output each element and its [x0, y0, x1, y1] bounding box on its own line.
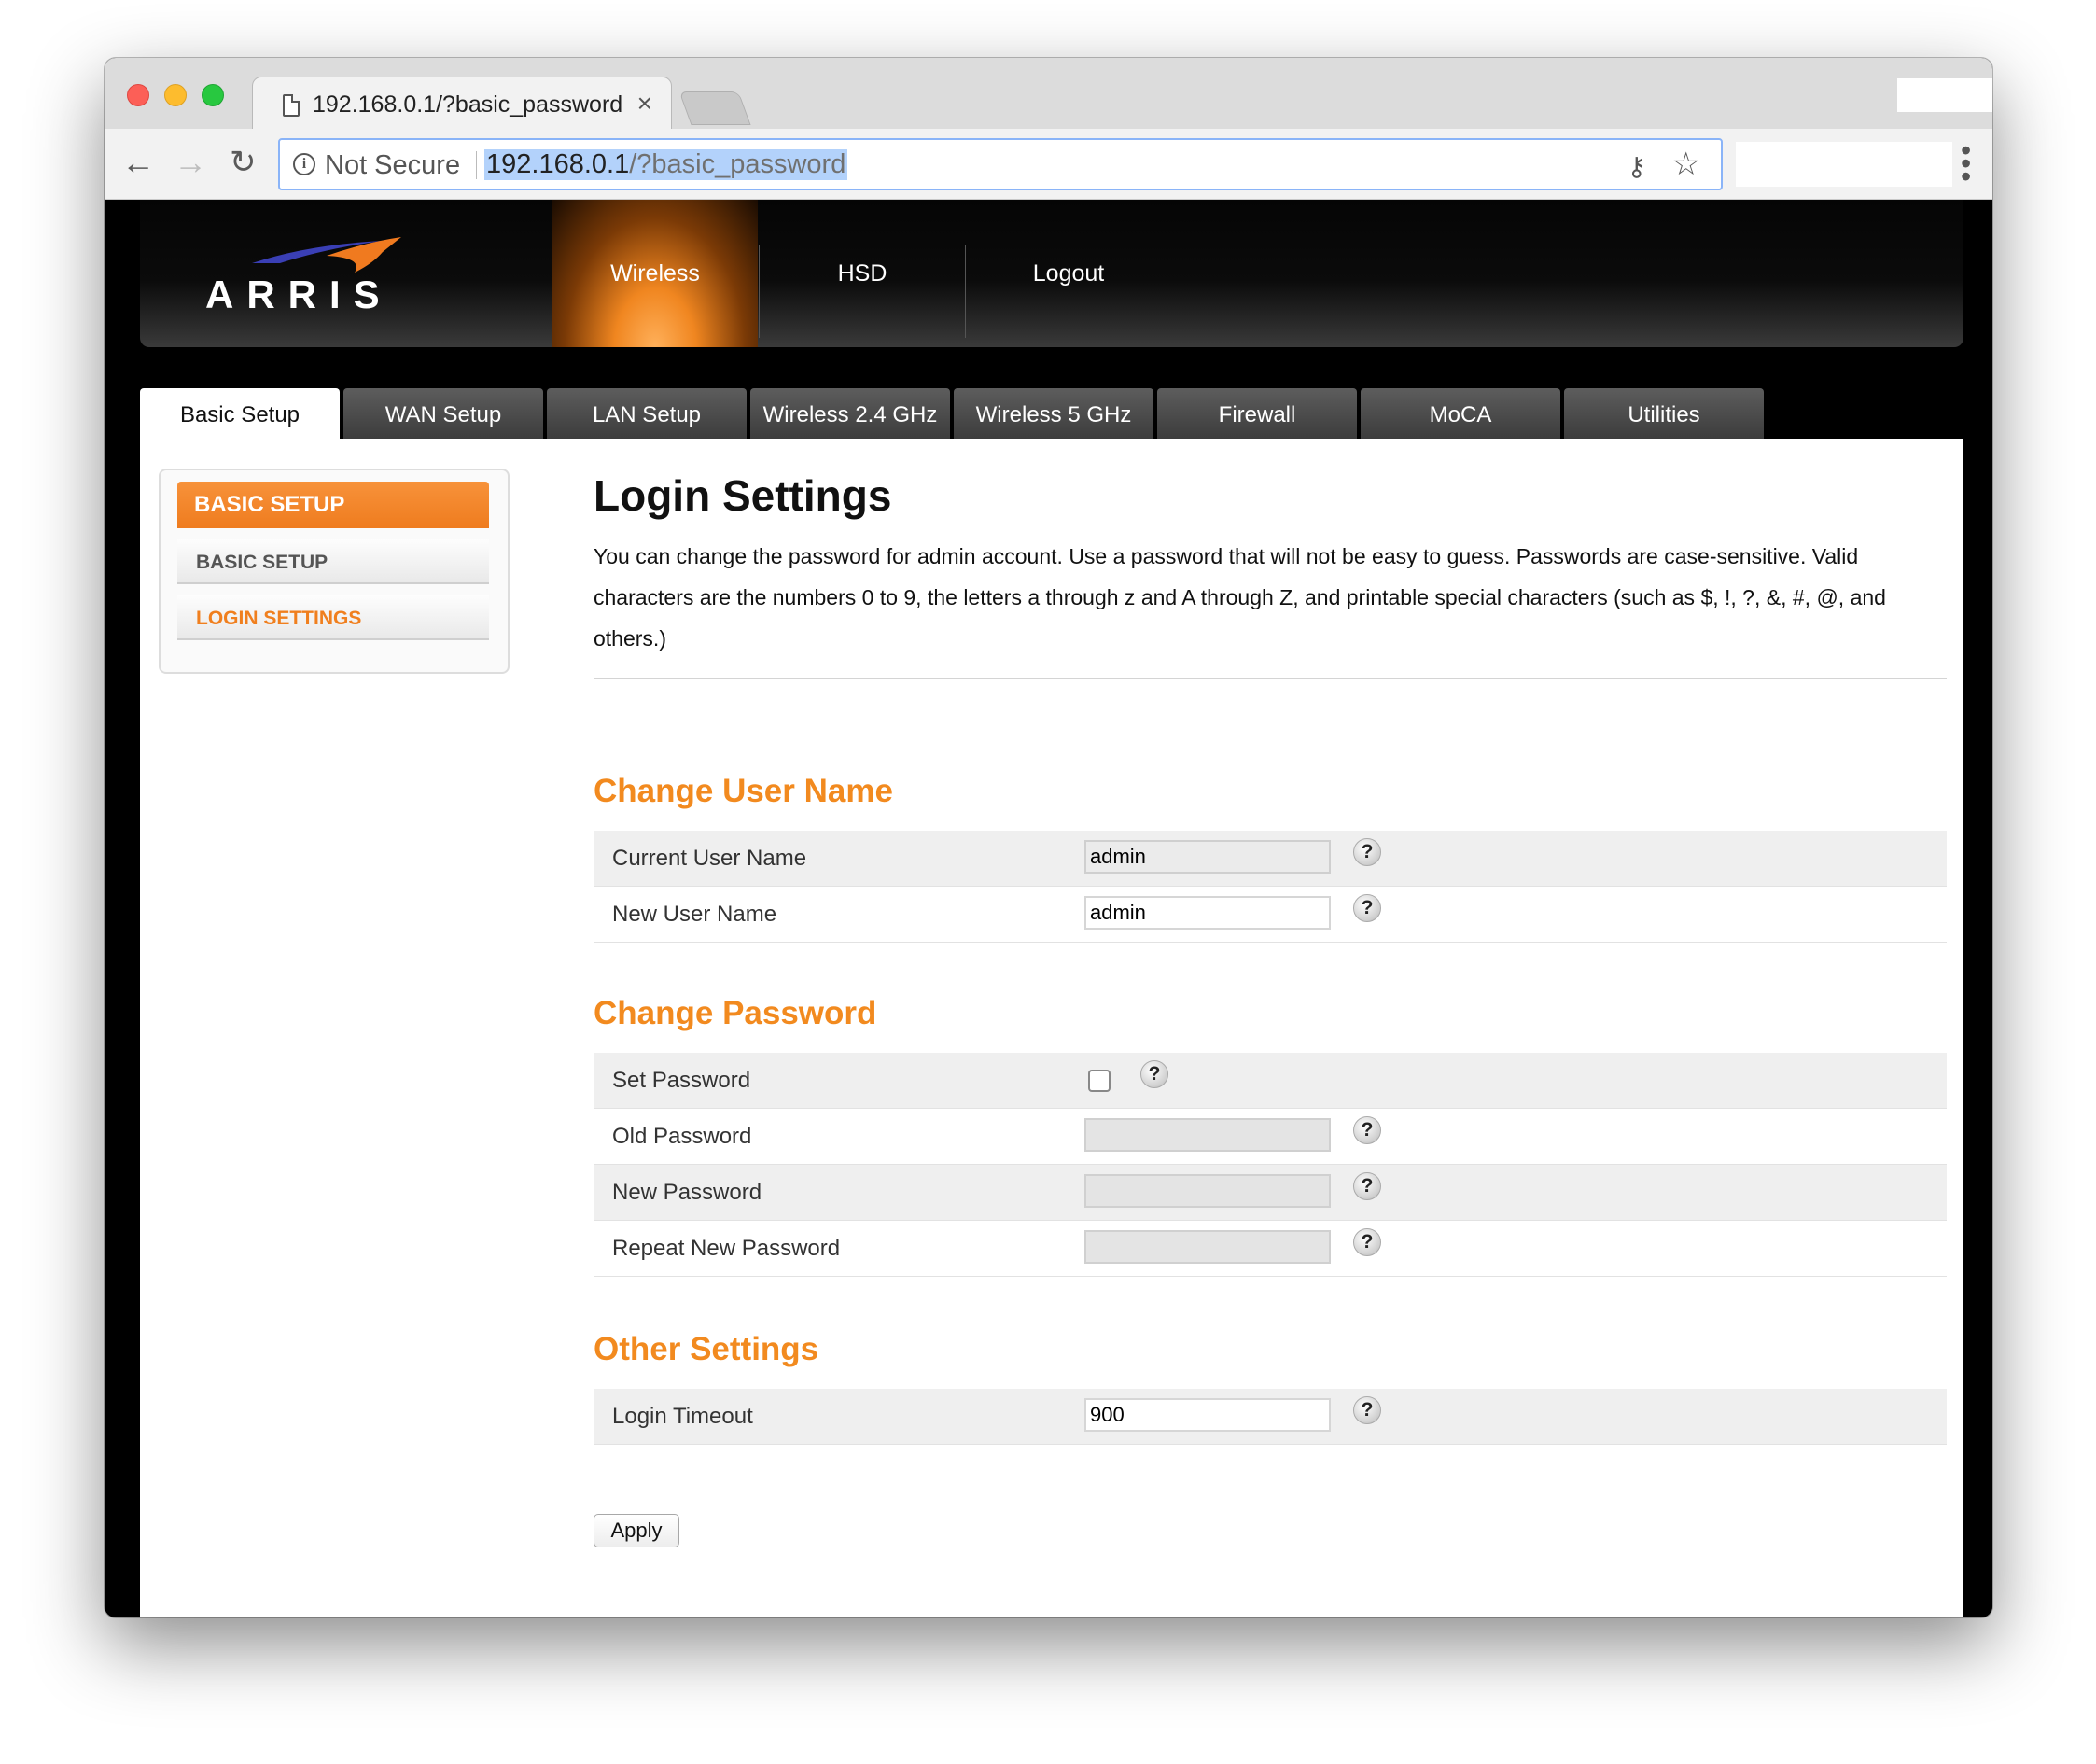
- help-icon[interactable]: ?: [1140, 1060, 1168, 1088]
- extension-area: [1736, 142, 1952, 187]
- tab-firewall[interactable]: Firewall: [1157, 388, 1357, 439]
- content-panel: BASIC SETUP BASIC SETUP LOGIN SETTINGS L…: [140, 439, 1963, 1617]
- arris-logo: ARRIS: [205, 235, 420, 319]
- current-username-label: Current User Name: [612, 846, 807, 871]
- profile-area: [1897, 78, 1992, 112]
- form-row-login-timeout: Login Timeout ?: [594, 1389, 1947, 1445]
- section-title-other: Other Settings: [594, 1331, 819, 1367]
- help-icon[interactable]: ?: [1353, 1396, 1381, 1424]
- sidebar-item-login-settings[interactable]: LOGIN SETTINGS: [177, 595, 489, 640]
- sidebar: BASIC SETUP BASIC SETUP LOGIN SETTINGS: [159, 469, 510, 674]
- section-title-password: Change Password: [594, 995, 877, 1031]
- browser-window: 192.168.0.1/?basic_password × ← → ↻ i No…: [105, 58, 1992, 1617]
- nav-logout[interactable]: Logout: [966, 200, 1171, 347]
- new-username-label: New User Name: [612, 902, 777, 927]
- tab-wireless-24ghz[interactable]: Wireless 2.4 GHz: [750, 388, 950, 439]
- help-icon[interactable]: ?: [1353, 894, 1381, 922]
- tab-title: 192.168.0.1/?basic_password: [313, 91, 623, 118]
- form-row-new-username: New User Name ?: [594, 887, 1947, 943]
- page-viewport: ARRIS Wireless HSD Logout Basic Setup WA…: [105, 200, 1992, 1617]
- back-arrow-icon[interactable]: ←: [121, 144, 155, 181]
- browser-tab[interactable]: 192.168.0.1/?basic_password ×: [252, 77, 672, 131]
- url-text[interactable]: 192.168.0.1/?basic_password: [484, 149, 848, 180]
- sidebar-item-basic-setup[interactable]: BASIC SETUP: [177, 539, 489, 584]
- sub-tab-bar: Basic Setup WAN Setup LAN Setup Wireless…: [140, 388, 1963, 439]
- router-header: ARRIS Wireless HSD Logout: [140, 200, 1963, 347]
- page-intro: You can change the password for admin ac…: [594, 544, 1886, 651]
- new-tab-button[interactable]: [678, 91, 751, 125]
- brand-name: ARRIS: [205, 273, 393, 316]
- kebab-menu-icon[interactable]: • • •: [1961, 135, 1971, 191]
- form-row-new-password: New Password ?: [594, 1165, 1947, 1221]
- repeat-password-label: Repeat New Password: [612, 1236, 841, 1261]
- page-icon: [283, 94, 300, 117]
- new-username-input[interactable]: [1084, 896, 1331, 930]
- tab-basic-setup[interactable]: Basic Setup: [140, 388, 340, 439]
- browser-titlebar: 192.168.0.1/?basic_password ×: [105, 58, 1992, 131]
- old-password-label: Old Password: [612, 1124, 752, 1149]
- url-host: 192.168.0.1: [486, 149, 630, 179]
- apply-button[interactable]: Apply: [594, 1514, 679, 1547]
- sidebar-heading: BASIC SETUP: [177, 482, 489, 528]
- maximize-window-button[interactable]: [202, 84, 224, 106]
- tab-moca[interactable]: MoCA: [1361, 388, 1560, 439]
- new-password-input[interactable]: [1084, 1174, 1331, 1208]
- set-password-label: Set Password: [612, 1068, 751, 1093]
- form-row-old-password: Old Password ?: [594, 1109, 1947, 1165]
- login-timeout-input[interactable]: [1084, 1398, 1331, 1432]
- info-icon[interactable]: i: [293, 153, 315, 175]
- help-icon[interactable]: ?: [1353, 838, 1381, 866]
- close-window-button[interactable]: [127, 84, 149, 106]
- section-title-username: Change User Name: [594, 773, 893, 809]
- browser-toolbar: ← → ↻ i Not Secure 192.168.0.1/?basic_pa…: [105, 129, 1992, 200]
- key-icon[interactable]: ⚷: [1627, 151, 1646, 182]
- help-icon[interactable]: ?: [1353, 1116, 1381, 1144]
- form-row-set-password: Set Password ?: [594, 1053, 1947, 1109]
- tab-wan-setup[interactable]: WAN Setup: [343, 388, 543, 439]
- forward-arrow-icon[interactable]: →: [174, 144, 207, 181]
- divider: [594, 678, 1947, 679]
- repeat-password-input[interactable]: [1084, 1230, 1331, 1264]
- address-bar[interactable]: i Not Secure 192.168.0.1/?basic_password…: [278, 138, 1723, 190]
- form-row-repeat-password: Repeat New Password ?: [594, 1221, 1947, 1277]
- url-path: /?basic_password: [629, 149, 846, 179]
- help-icon[interactable]: ?: [1353, 1172, 1381, 1200]
- tab-wireless-5ghz[interactable]: Wireless 5 GHz: [954, 388, 1153, 439]
- star-icon[interactable]: ☆: [1672, 146, 1700, 183]
- current-username-field: [1084, 840, 1331, 874]
- form-row-current-username: Current User Name ?: [594, 831, 1947, 887]
- new-password-label: New Password: [612, 1180, 762, 1205]
- nav-hsd[interactable]: HSD: [760, 200, 965, 347]
- old-password-input[interactable]: [1084, 1118, 1331, 1152]
- tab-close-icon[interactable]: ×: [637, 89, 652, 119]
- page-title: Login Settings: [594, 471, 892, 520]
- help-icon[interactable]: ?: [1353, 1228, 1381, 1256]
- tab-lan-setup[interactable]: LAN Setup: [547, 388, 747, 439]
- login-timeout-label: Login Timeout: [612, 1404, 753, 1429]
- reload-icon[interactable]: ↻: [230, 144, 257, 181]
- minimize-window-button[interactable]: [164, 84, 187, 106]
- nav-wireless[interactable]: Wireless: [552, 200, 758, 347]
- set-password-checkbox[interactable]: [1088, 1070, 1111, 1092]
- omnibox-divider: [476, 151, 477, 179]
- tab-utilities[interactable]: Utilities: [1564, 388, 1764, 439]
- security-label: Not Secure: [325, 150, 461, 180]
